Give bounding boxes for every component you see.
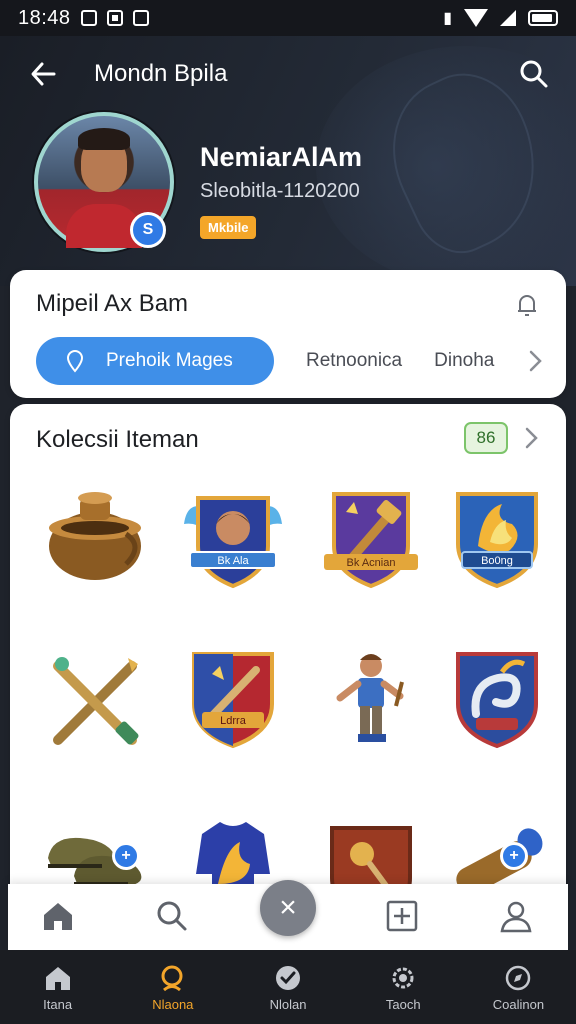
nav-label: Itana bbox=[43, 996, 73, 1012]
profile-tag: Mkbile bbox=[200, 216, 257, 239]
winged-hero-shield-icon: Bk Ala bbox=[184, 496, 282, 589]
location-pin-icon bbox=[66, 349, 84, 373]
collection-title: Kolecsii Iteman bbox=[36, 426, 199, 453]
nav-item-check[interactable]: Nlolan bbox=[230, 950, 345, 1024]
red-sword-shield-icon: Ldrra bbox=[192, 652, 274, 749]
back-button[interactable] bbox=[26, 56, 62, 92]
svg-text:Bk Acnian: Bk Acnian bbox=[347, 557, 396, 569]
collection-item[interactable] bbox=[442, 644, 552, 754]
close-button[interactable]: × bbox=[260, 880, 316, 936]
arrow-left-icon bbox=[31, 62, 56, 86]
nav-item-search[interactable]: Nlaona bbox=[115, 950, 230, 1024]
user-icon bbox=[500, 901, 532, 933]
tab-active[interactable]: Prehoik Mages bbox=[36, 337, 274, 385]
notification-icon bbox=[106, 10, 123, 26]
bottom-nav: Itana Nlaona Nlolan Taoch Coalinon bbox=[0, 950, 576, 1024]
tab-label: Prehoik Mages bbox=[106, 350, 233, 371]
nav-item-settings[interactable]: Taoch bbox=[346, 950, 461, 1024]
crossed-staffs-icon bbox=[53, 657, 139, 745]
add-badge-icon[interactable]: + bbox=[500, 842, 528, 870]
add-button[interactable] bbox=[384, 898, 420, 934]
wifi-icon bbox=[464, 9, 488, 27]
vibrate-icon: ▮ bbox=[443, 10, 452, 27]
home-icon bbox=[45, 966, 70, 990]
profile-subtitle: Sleobitla-1120200 bbox=[200, 180, 360, 202]
search-icon bbox=[157, 901, 187, 931]
collection-item[interactable]: Bo0ng bbox=[442, 484, 552, 594]
profile-name: NemiarAlAm bbox=[200, 142, 363, 172]
gear-icon bbox=[392, 967, 414, 988]
battery-icon bbox=[528, 10, 558, 26]
signal-icon bbox=[500, 10, 516, 26]
page-title: Mondn Bpila bbox=[94, 60, 228, 87]
profile-button[interactable] bbox=[498, 898, 534, 934]
check-icon bbox=[276, 965, 300, 990]
verified-badge-icon: S bbox=[130, 212, 166, 248]
add-badge-icon[interactable]: + bbox=[112, 842, 140, 870]
collection-item[interactable]: Bk Acnian bbox=[316, 484, 426, 594]
home-icon bbox=[44, 903, 72, 930]
purple-hammer-shield-icon: Bk Acnian bbox=[324, 492, 418, 589]
filter-card: Mipeil Ax Bam Prehoik Mages Retnoonica D… bbox=[10, 270, 566, 398]
collection-item[interactable] bbox=[40, 484, 150, 594]
status-time: 18:48 bbox=[18, 6, 71, 29]
tab-bar: Prehoik Mages Retnoonica Dinoha bbox=[36, 336, 546, 386]
flame-shield-icon: Bo0ng bbox=[456, 492, 538, 589]
bronze-pot-icon bbox=[49, 492, 141, 580]
nav-label: Nlaona bbox=[152, 996, 194, 1012]
nav-label: Nlolan bbox=[269, 996, 307, 1012]
bell-icon bbox=[518, 295, 536, 316]
warrior-figure-icon bbox=[336, 654, 404, 742]
search-icon bbox=[520, 60, 548, 88]
tabs-next-button[interactable] bbox=[524, 347, 546, 375]
nav-label: Coalinon bbox=[492, 996, 545, 1012]
serpent-shield-icon bbox=[456, 652, 538, 749]
status-bar: 18:48 ▮ bbox=[0, 0, 576, 36]
nav-item-home[interactable]: Itana bbox=[0, 950, 115, 1024]
nav-item-explore[interactable]: Coalinon bbox=[461, 950, 576, 1024]
chevron-right-icon bbox=[529, 350, 542, 372]
collection-next-button[interactable] bbox=[520, 424, 542, 452]
svg-text:Bo0ng: Bo0ng bbox=[481, 555, 513, 567]
collection-item[interactable]: Ldrra bbox=[178, 644, 288, 754]
card-title: Mipeil Ax Bam bbox=[36, 290, 189, 317]
collection-item[interactable] bbox=[40, 644, 150, 754]
svg-text:Bk Ala: Bk Ala bbox=[217, 555, 249, 567]
nav-label: Taoch bbox=[385, 996, 421, 1012]
chevron-right-icon bbox=[525, 427, 538, 449]
action-bar: × bbox=[8, 880, 568, 950]
notification-button[interactable] bbox=[512, 290, 542, 320]
close-icon: × bbox=[279, 891, 297, 924]
avatar-hair bbox=[78, 128, 130, 150]
search-button[interactable] bbox=[154, 898, 190, 934]
collection-card: Kolecsii Iteman 86 Bk Ala Bk Acnian Bo0n… bbox=[10, 404, 566, 925]
notification-icon bbox=[80, 10, 97, 26]
profile-header: Mondn Bpila S NemiarAlAm Sleobitla-11202… bbox=[0, 36, 576, 286]
add-square-icon bbox=[386, 900, 418, 932]
collection-count-badge: 86 bbox=[464, 422, 508, 454]
home-button[interactable] bbox=[40, 898, 76, 934]
search-button[interactable] bbox=[516, 56, 552, 92]
svg-text:Ldrra: Ldrra bbox=[220, 715, 247, 727]
avatar[interactable]: S bbox=[34, 112, 174, 252]
tab-dinoha[interactable]: Dinoha bbox=[434, 350, 494, 372]
compass-icon bbox=[506, 965, 531, 990]
collection-item[interactable]: Bk Ala bbox=[178, 484, 288, 594]
collection-item[interactable] bbox=[316, 644, 426, 754]
tab-retnoonica[interactable]: Retnoonica bbox=[306, 350, 402, 372]
notification-icon bbox=[132, 10, 149, 26]
search-icon bbox=[161, 965, 183, 991]
